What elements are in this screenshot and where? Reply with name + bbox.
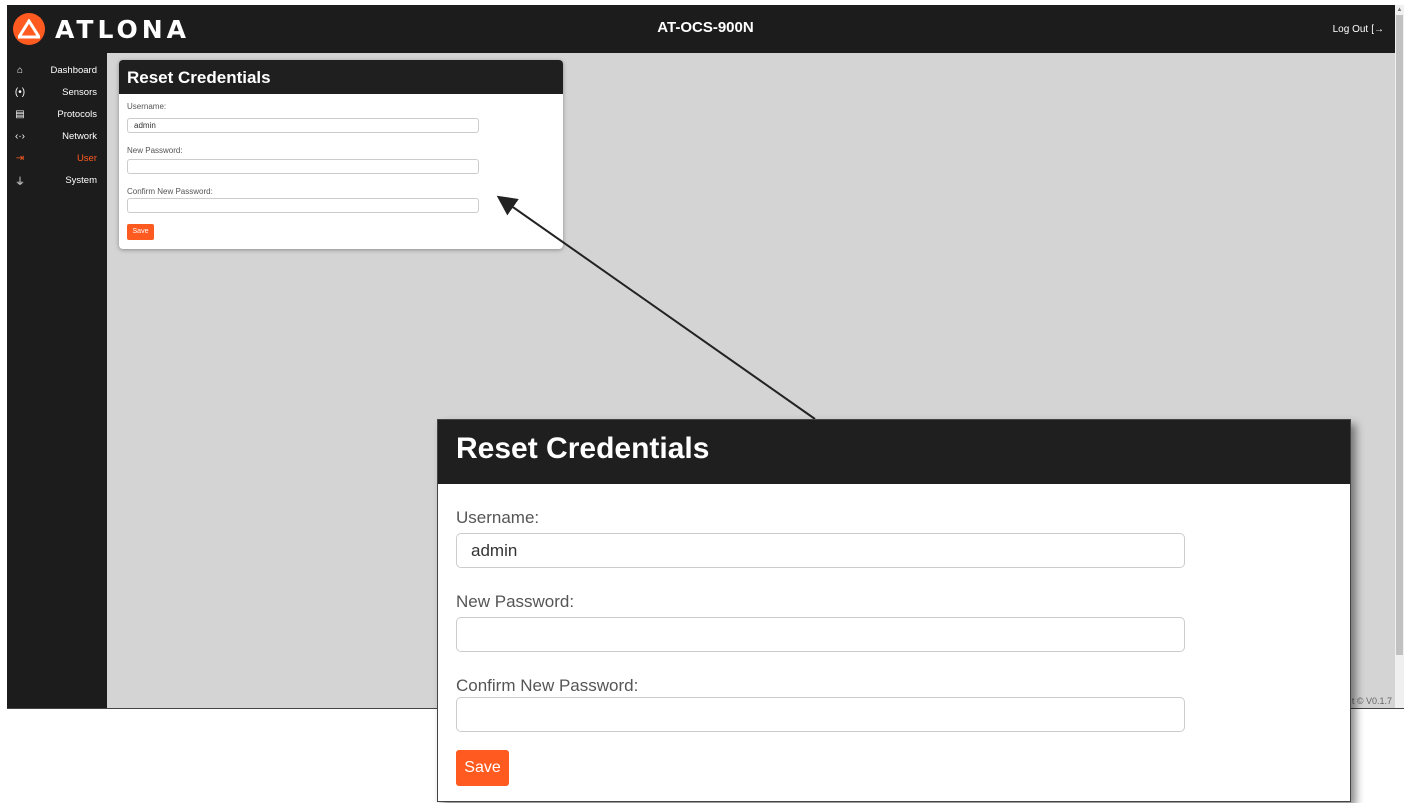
save-button[interactable]: Save (127, 224, 154, 240)
vertical-scrollbar[interactable]: ▲ (1395, 5, 1404, 708)
network-icon: ‹·› (15, 130, 25, 142)
sidebar-item-label: Sensors (62, 86, 97, 98)
sensor-icon: (•) (14, 86, 26, 98)
confirm-password-label: Confirm New Password: (127, 187, 213, 196)
plug-icon: ⏚ (15, 176, 25, 188)
scroll-up-icon[interactable]: ▲ (1395, 5, 1404, 15)
confirm-password-input-zoomed[interactable] (456, 697, 1185, 732)
confirm-password-label-zoomed: Confirm New Password: (456, 676, 639, 695)
sidebar-item-label: User (76, 152, 97, 164)
save-button-zoomed[interactable]: Save (456, 750, 509, 786)
logout-label: Log Out (1332, 24, 1369, 35)
card-title-zoomed: Reset Credentials (438, 420, 1350, 484)
sidebar: ⌂ Dashboard (•) Sensors ▤ Protocols ‹·› … (7, 53, 107, 708)
top-bar: ATLONA AT-OCS-900N Log Out [→ (7, 5, 1404, 53)
zoomed-reset-credentials-card: Reset Credentials Username: admin New Pa… (437, 419, 1351, 802)
sidebar-item-label: Dashboard (50, 64, 97, 76)
username-label-zoomed: Username: (456, 508, 540, 527)
version-footer: t © V0.1.7 (1351, 696, 1392, 706)
server-icon: ▤ (15, 108, 25, 120)
logout-icon: [→ (1371, 24, 1384, 35)
scrollbar-thumb[interactable] (1396, 15, 1403, 655)
reset-credentials-card: Reset Credentials Username: admin New Pa… (119, 60, 563, 249)
new-password-input-zoomed[interactable] (456, 617, 1185, 652)
login-icon: ⇥ (15, 152, 25, 164)
logout-button[interactable]: Log Out [→ (1333, 24, 1384, 35)
sidebar-item-protocols[interactable]: ▤ Protocols (7, 103, 107, 125)
sidebar-item-sensors[interactable]: (•) Sensors (7, 81, 107, 103)
sidebar-item-system[interactable]: ⏚ System (7, 169, 107, 191)
confirm-password-input[interactable] (127, 198, 479, 213)
username-label: Username: (127, 102, 167, 111)
sidebar-item-dashboard[interactable]: ⌂ Dashboard (7, 59, 107, 81)
home-icon: ⌂ (16, 64, 24, 76)
username-input-zoomed[interactable]: admin (456, 533, 1185, 568)
sidebar-item-label: Protocols (57, 108, 97, 120)
card-title: Reset Credentials (119, 60, 563, 94)
new-password-input[interactable] (127, 159, 479, 174)
sidebar-item-label: System (65, 174, 97, 186)
sidebar-item-label: Network (62, 130, 97, 142)
sidebar-item-network[interactable]: ‹·› Network (7, 125, 107, 147)
username-input[interactable]: admin (127, 118, 479, 133)
new-password-label: New Password: (127, 146, 183, 155)
new-password-label-zoomed: New Password: (456, 592, 575, 611)
sidebar-item-user[interactable]: ⇥ User (7, 147, 107, 169)
device-title: AT-OCS-900N (657, 19, 754, 36)
